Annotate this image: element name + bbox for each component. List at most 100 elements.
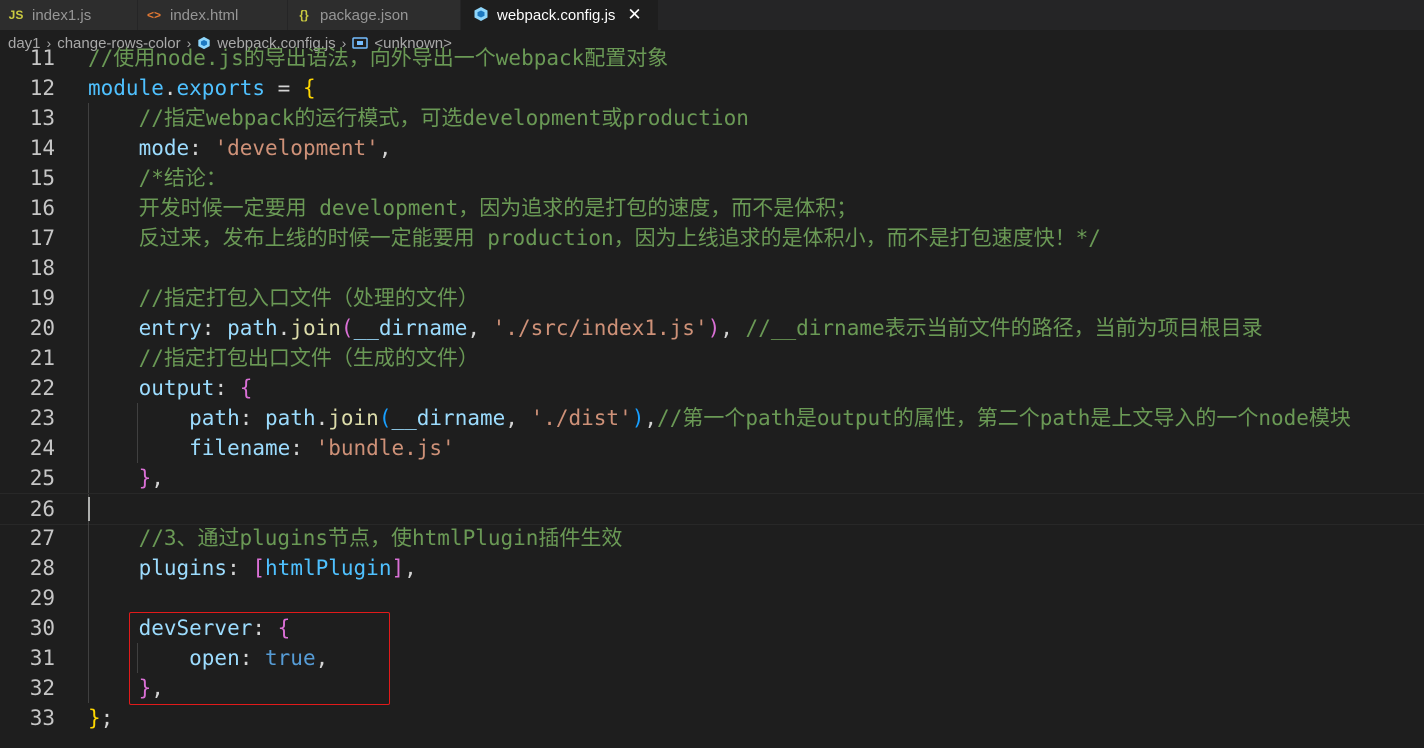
line-number: 23: [29, 406, 55, 430]
code-line[interactable]: 16 开发时候一定要用 development，因为追求的是打包的速度，而不是体…: [0, 193, 1424, 223]
code-text: /*结论：: [88, 163, 227, 193]
tab-package-json[interactable]: {} package.json: [288, 0, 461, 30]
tab-label: index.html: [170, 6, 239, 24]
code-token: mode: [88, 136, 190, 160]
code-token: 'development': [214, 136, 379, 160]
code-token: :: [214, 376, 240, 400]
code-text: //指定webpack的运行模式，可选development或productio…: [88, 103, 749, 133]
tab-index1-js[interactable]: JS index1.js: [0, 0, 138, 30]
code-line[interactable]: 22 output: {: [0, 373, 1424, 403]
code-line[interactable]: 32 },: [0, 673, 1424, 703]
code-line[interactable]: 29: [0, 583, 1424, 613]
code-text: },: [88, 673, 164, 703]
code-token: :: [290, 436, 316, 460]
html-file-icon: <>: [146, 8, 161, 22]
code-token: ,: [467, 316, 493, 340]
code-token: :: [252, 616, 278, 640]
code-line[interactable]: 19 //指定打包入口文件（处理的文件）: [0, 283, 1424, 313]
code-token: path: [265, 406, 316, 430]
code-token: ,: [720, 316, 746, 340]
code-token: ,: [505, 406, 531, 430]
tab-index-html[interactable]: <> index.html: [138, 0, 288, 30]
code-line[interactable]: 13 //指定webpack的运行模式，可选development或produc…: [0, 103, 1424, 133]
line-number: 11: [29, 46, 55, 70]
close-icon[interactable]: ✕: [627, 5, 641, 25]
code-editor[interactable]: 11 //使用node.js的导出语法，向外导出一个webpack配置对象 12 mo…: [0, 43, 1424, 748]
code-line[interactable]: 18: [0, 253, 1424, 283]
code-token: module: [88, 76, 164, 100]
line-number: 12: [29, 76, 55, 100]
code-text: entry: path.join(__dirname, './src/index…: [88, 313, 1263, 343]
code-token: (: [340, 316, 354, 340]
code-line[interactable]: 33};: [0, 703, 1424, 733]
line-number: 19: [29, 286, 55, 310]
code-token: .: [163, 76, 177, 100]
code-token: :: [227, 556, 253, 580]
code-line[interactable]: 24 filename: 'bundle.js': [0, 433, 1424, 463]
code-line[interactable]: 15 /*结论：: [0, 163, 1424, 193]
indent-guide: [88, 583, 89, 613]
code-token: open: [88, 646, 240, 670]
code-token: ;: [100, 706, 114, 730]
line-number: 21: [29, 346, 55, 370]
line-number: 14: [29, 136, 55, 160]
code-token: true: [265, 646, 316, 670]
code-text: 反过来，发布上线的时候一定能要用 production，因为上线追求的是体积小，…: [88, 223, 1101, 253]
code-line[interactable]: 25 },: [0, 463, 1424, 493]
code-line[interactable]: 28 plugins: [htmlPlugin],: [0, 553, 1424, 583]
code-token: output: [88, 376, 215, 400]
code-token: join: [328, 406, 379, 430]
tab-label: package.json: [320, 6, 409, 24]
code-token: ): [707, 316, 721, 340]
code-token: }: [88, 706, 101, 730]
line-number: 26: [29, 497, 55, 521]
code-text: path: path.join(__dirname, './dist'),//第…: [88, 403, 1351, 433]
code-line[interactable]: 12 module.exports = {: [0, 73, 1424, 103]
code-token: devServer: [88, 616, 253, 640]
code-token: =: [265, 76, 303, 100]
code-text: //3、通过plugins节点，使htmlPlugin插件生效: [88, 523, 623, 553]
code-token: //第一个path是output的属性，第二个path是上文导入的一个node模…: [657, 406, 1351, 430]
code-text: filename: 'bundle.js': [88, 433, 455, 463]
js-file-icon: JS: [8, 8, 24, 22]
code-token: ,: [151, 466, 164, 490]
code-text: module.exports = {: [88, 73, 316, 103]
code-line[interactable]: 30 devServer: {: [0, 613, 1424, 643]
code-token: ,: [151, 676, 164, 700]
code-line[interactable]: 27 //3、通过plugins节点，使htmlPlugin插件生效: [0, 523, 1424, 553]
code-line[interactable]: 17 反过来，发布上线的时候一定能要用 production，因为上线追求的是体…: [0, 223, 1424, 253]
code-line[interactable]: 21 //指定打包出口文件（生成的文件）: [0, 343, 1424, 373]
code-token: }: [88, 466, 152, 490]
code-line[interactable]: 23 path: path.join(__dirname, './dist'),…: [0, 403, 1424, 433]
code-line[interactable]: 26: [0, 493, 1424, 525]
webpack-icon: [473, 6, 489, 25]
code-line[interactable]: 31 open: true,: [0, 643, 1424, 673]
code-line[interactable]: 14 mode: 'development',: [0, 133, 1424, 163]
code-line[interactable]: 20 entry: path.join(__dirname, './src/in…: [0, 313, 1424, 343]
code-text: open: true,: [88, 643, 328, 673]
code-token: __dirname: [353, 316, 468, 340]
code-token: './src/index1.js': [492, 316, 708, 340]
code-token: {: [277, 616, 291, 640]
code-text: //指定打包入口文件（处理的文件）: [88, 283, 479, 313]
code-token: path: [88, 406, 240, 430]
code-token: exports: [176, 76, 266, 100]
tab-label: index1.js: [32, 6, 92, 24]
code-token: path: [227, 316, 278, 340]
code-line[interactable]: 11 //使用node.js的导出语法，向外导出一个webpack配置对象: [0, 43, 1424, 73]
code-token: ,: [644, 406, 658, 430]
code-token: //指定打包出口文件（生成的文件）: [88, 346, 479, 370]
code-text: devServer: {: [88, 613, 291, 643]
code-token: [: [252, 556, 266, 580]
code-token: ,: [404, 556, 417, 580]
code-text: mode: 'development',: [88, 133, 392, 163]
code-token: .: [277, 316, 291, 340]
tab-webpack-config-js[interactable]: webpack.config.js ✕: [461, 0, 659, 30]
code-text: };: [88, 703, 113, 733]
code-token: entry: [88, 316, 202, 340]
code-token: htmlPlugin: [265, 556, 392, 580]
code-token: //3、通过plugins节点，使htmlPlugin插件生效: [88, 526, 623, 550]
indent-guide: [88, 253, 89, 283]
code-token: //使用node.js的导出语法，向外导出一个webpack配置对象: [88, 46, 669, 70]
tab-label: webpack.config.js: [497, 6, 616, 24]
